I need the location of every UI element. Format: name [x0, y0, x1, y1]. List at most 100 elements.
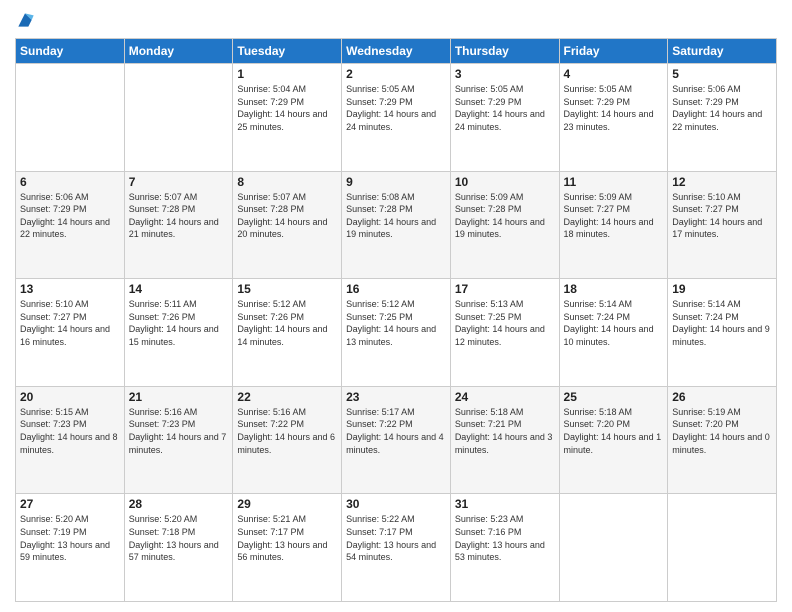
day-cell: 4 Sunrise: 5:05 AMSunset: 7:29 PMDayligh… [559, 64, 668, 172]
day-info: Sunrise: 5:22 AMSunset: 7:17 PMDaylight:… [346, 514, 436, 562]
day-info: Sunrise: 5:05 AMSunset: 7:29 PMDaylight:… [346, 84, 436, 132]
day-cell: 6 Sunrise: 5:06 AMSunset: 7:29 PMDayligh… [16, 171, 125, 279]
day-cell: 16 Sunrise: 5:12 AMSunset: 7:25 PMDaylig… [342, 279, 451, 387]
day-cell: 23 Sunrise: 5:17 AMSunset: 7:22 PMDaylig… [342, 386, 451, 494]
day-number: 4 [564, 67, 664, 81]
day-number: 18 [564, 282, 664, 296]
day-cell: 7 Sunrise: 5:07 AMSunset: 7:28 PMDayligh… [124, 171, 233, 279]
day-info: Sunrise: 5:18 AMSunset: 7:21 PMDaylight:… [455, 407, 553, 455]
day-number: 30 [346, 497, 446, 511]
day-cell: 31 Sunrise: 5:23 AMSunset: 7:16 PMDaylig… [450, 494, 559, 602]
day-cell: 29 Sunrise: 5:21 AMSunset: 7:17 PMDaylig… [233, 494, 342, 602]
week-row-1: 1 Sunrise: 5:04 AMSunset: 7:29 PMDayligh… [16, 64, 777, 172]
day-number: 14 [129, 282, 229, 296]
day-cell: 30 Sunrise: 5:22 AMSunset: 7:17 PMDaylig… [342, 494, 451, 602]
day-info: Sunrise: 5:16 AMSunset: 7:23 PMDaylight:… [129, 407, 227, 455]
day-info: Sunrise: 5:09 AMSunset: 7:28 PMDaylight:… [455, 192, 545, 240]
day-cell: 5 Sunrise: 5:06 AMSunset: 7:29 PMDayligh… [668, 64, 777, 172]
day-number: 16 [346, 282, 446, 296]
day-cell [559, 494, 668, 602]
day-info: Sunrise: 5:06 AMSunset: 7:29 PMDaylight:… [20, 192, 110, 240]
day-number: 22 [237, 390, 337, 404]
day-info: Sunrise: 5:19 AMSunset: 7:20 PMDaylight:… [672, 407, 770, 455]
day-info: Sunrise: 5:11 AMSunset: 7:26 PMDaylight:… [129, 299, 219, 347]
day-cell: 18 Sunrise: 5:14 AMSunset: 7:24 PMDaylig… [559, 279, 668, 387]
day-info: Sunrise: 5:18 AMSunset: 7:20 PMDaylight:… [564, 407, 662, 455]
day-number: 26 [672, 390, 772, 404]
day-cell: 25 Sunrise: 5:18 AMSunset: 7:20 PMDaylig… [559, 386, 668, 494]
weekday-header-row: SundayMondayTuesdayWednesdayThursdayFrid… [16, 39, 777, 64]
day-info: Sunrise: 5:05 AMSunset: 7:29 PMDaylight:… [455, 84, 545, 132]
logo-icon [15, 10, 35, 30]
day-cell: 2 Sunrise: 5:05 AMSunset: 7:29 PMDayligh… [342, 64, 451, 172]
weekday-thursday: Thursday [450, 39, 559, 64]
day-number: 19 [672, 282, 772, 296]
weekday-friday: Friday [559, 39, 668, 64]
day-cell: 13 Sunrise: 5:10 AMSunset: 7:27 PMDaylig… [16, 279, 125, 387]
header [15, 10, 777, 30]
day-info: Sunrise: 5:05 AMSunset: 7:29 PMDaylight:… [564, 84, 654, 132]
weekday-sunday: Sunday [16, 39, 125, 64]
day-info: Sunrise: 5:20 AMSunset: 7:19 PMDaylight:… [20, 514, 110, 562]
day-info: Sunrise: 5:07 AMSunset: 7:28 PMDaylight:… [237, 192, 327, 240]
week-row-3: 13 Sunrise: 5:10 AMSunset: 7:27 PMDaylig… [16, 279, 777, 387]
day-number: 13 [20, 282, 120, 296]
day-number: 17 [455, 282, 555, 296]
day-number: 25 [564, 390, 664, 404]
day-info: Sunrise: 5:12 AMSunset: 7:25 PMDaylight:… [346, 299, 436, 347]
day-cell: 9 Sunrise: 5:08 AMSunset: 7:28 PMDayligh… [342, 171, 451, 279]
day-info: Sunrise: 5:09 AMSunset: 7:27 PMDaylight:… [564, 192, 654, 240]
weekday-saturday: Saturday [668, 39, 777, 64]
logo [15, 10, 39, 30]
day-cell [668, 494, 777, 602]
day-cell: 27 Sunrise: 5:20 AMSunset: 7:19 PMDaylig… [16, 494, 125, 602]
day-info: Sunrise: 5:13 AMSunset: 7:25 PMDaylight:… [455, 299, 545, 347]
day-number: 27 [20, 497, 120, 511]
day-cell: 14 Sunrise: 5:11 AMSunset: 7:26 PMDaylig… [124, 279, 233, 387]
day-number: 2 [346, 67, 446, 81]
week-row-5: 27 Sunrise: 5:20 AMSunset: 7:19 PMDaylig… [16, 494, 777, 602]
day-info: Sunrise: 5:07 AMSunset: 7:28 PMDaylight:… [129, 192, 219, 240]
day-number: 15 [237, 282, 337, 296]
day-info: Sunrise: 5:10 AMSunset: 7:27 PMDaylight:… [672, 192, 762, 240]
day-number: 7 [129, 175, 229, 189]
day-number: 23 [346, 390, 446, 404]
day-number: 10 [455, 175, 555, 189]
day-cell: 28 Sunrise: 5:20 AMSunset: 7:18 PMDaylig… [124, 494, 233, 602]
day-number: 9 [346, 175, 446, 189]
day-number: 12 [672, 175, 772, 189]
day-cell: 15 Sunrise: 5:12 AMSunset: 7:26 PMDaylig… [233, 279, 342, 387]
day-cell: 24 Sunrise: 5:18 AMSunset: 7:21 PMDaylig… [450, 386, 559, 494]
day-cell: 8 Sunrise: 5:07 AMSunset: 7:28 PMDayligh… [233, 171, 342, 279]
day-cell: 10 Sunrise: 5:09 AMSunset: 7:28 PMDaylig… [450, 171, 559, 279]
day-info: Sunrise: 5:06 AMSunset: 7:29 PMDaylight:… [672, 84, 762, 132]
day-info: Sunrise: 5:08 AMSunset: 7:28 PMDaylight:… [346, 192, 436, 240]
day-number: 29 [237, 497, 337, 511]
day-number: 6 [20, 175, 120, 189]
weekday-monday: Monday [124, 39, 233, 64]
day-info: Sunrise: 5:21 AMSunset: 7:17 PMDaylight:… [237, 514, 327, 562]
day-number: 3 [455, 67, 555, 81]
weekday-tuesday: Tuesday [233, 39, 342, 64]
day-cell: 22 Sunrise: 5:16 AMSunset: 7:22 PMDaylig… [233, 386, 342, 494]
day-info: Sunrise: 5:04 AMSunset: 7:29 PMDaylight:… [237, 84, 327, 132]
day-cell: 26 Sunrise: 5:19 AMSunset: 7:20 PMDaylig… [668, 386, 777, 494]
day-cell: 11 Sunrise: 5:09 AMSunset: 7:27 PMDaylig… [559, 171, 668, 279]
day-cell: 12 Sunrise: 5:10 AMSunset: 7:27 PMDaylig… [668, 171, 777, 279]
day-cell [124, 64, 233, 172]
day-info: Sunrise: 5:10 AMSunset: 7:27 PMDaylight:… [20, 299, 110, 347]
day-cell: 17 Sunrise: 5:13 AMSunset: 7:25 PMDaylig… [450, 279, 559, 387]
day-info: Sunrise: 5:14 AMSunset: 7:24 PMDaylight:… [564, 299, 654, 347]
week-row-4: 20 Sunrise: 5:15 AMSunset: 7:23 PMDaylig… [16, 386, 777, 494]
week-row-2: 6 Sunrise: 5:06 AMSunset: 7:29 PMDayligh… [16, 171, 777, 279]
day-number: 11 [564, 175, 664, 189]
day-cell: 20 Sunrise: 5:15 AMSunset: 7:23 PMDaylig… [16, 386, 125, 494]
day-number: 21 [129, 390, 229, 404]
day-info: Sunrise: 5:15 AMSunset: 7:23 PMDaylight:… [20, 407, 118, 455]
day-number: 5 [672, 67, 772, 81]
day-number: 8 [237, 175, 337, 189]
day-cell: 1 Sunrise: 5:04 AMSunset: 7:29 PMDayligh… [233, 64, 342, 172]
day-number: 31 [455, 497, 555, 511]
weekday-wednesday: Wednesday [342, 39, 451, 64]
day-info: Sunrise: 5:23 AMSunset: 7:16 PMDaylight:… [455, 514, 545, 562]
